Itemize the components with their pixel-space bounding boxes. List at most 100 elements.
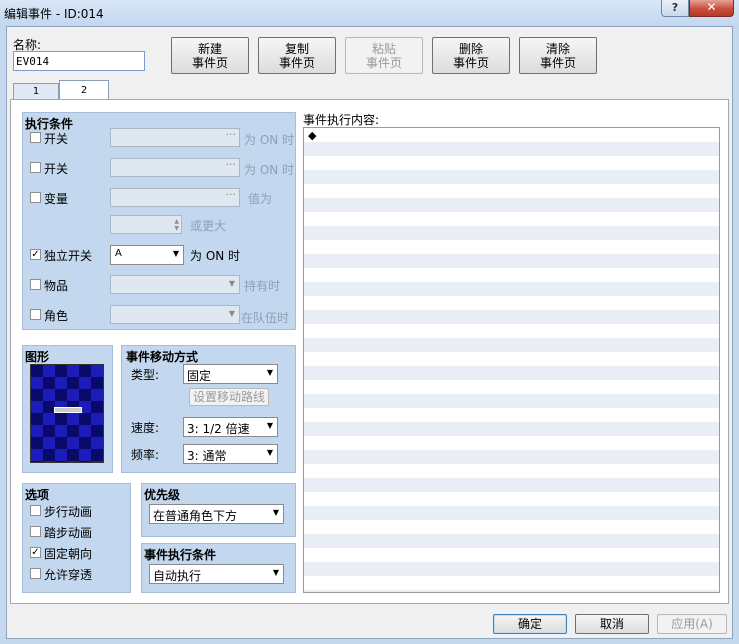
graphic-box: 图形 [22, 345, 113, 473]
copy-page-line1: 复制 [284, 42, 309, 56]
trigger-select[interactable]: 自动执行 ▼ [149, 564, 284, 584]
item-label: 物品 [44, 279, 69, 293]
variable-value-stepper[interactable]: ▲ ▼ [110, 215, 182, 234]
command-row[interactable]: ◆ [308, 129, 316, 142]
clear-page-line1: 清除 [545, 42, 570, 56]
variable-label: 变量 [44, 192, 69, 206]
ellipsis-icon: ··· [225, 188, 237, 201]
self-switch-checkbox[interactable]: ✓ [30, 249, 41, 260]
actor-select[interactable]: ▼ [110, 305, 240, 324]
copy-page-button[interactable]: 复制 事件页 [258, 37, 336, 74]
self-switch-value: A [115, 248, 122, 259]
walk-anim-label: 步行动画 [44, 505, 93, 519]
priority-title: 优先级 [144, 488, 181, 502]
switch1-label: 开关 [44, 132, 69, 146]
paste-page-button[interactable]: 粘贴 事件页 [345, 37, 423, 74]
trigger-box: 事件执行条件 自动执行 ▼ [141, 543, 296, 593]
copy-page-line2: 事件页 [278, 56, 315, 70]
ellipsis-icon: ··· [225, 128, 237, 141]
through-label: 允许穿透 [44, 568, 93, 582]
clear-page-button[interactable]: 清除 事件页 [519, 37, 597, 74]
variable-suffix2: 或更大 [190, 219, 227, 233]
variable-select[interactable]: ··· [110, 188, 240, 207]
direction-fix-checkbox[interactable]: ✓ [30, 547, 41, 558]
paste-page-line2: 事件页 [365, 56, 402, 70]
trigger-value: 自动执行 [153, 569, 202, 583]
switch1-suffix: 为 ON 时 [244, 133, 295, 147]
actor-label: 角色 [44, 309, 69, 323]
move-speed-select[interactable]: 3: 1/2 倍速 ▼ [183, 417, 278, 437]
chevron-down-icon: ▼ [266, 421, 273, 430]
movement-box: 事件移动方式 类型: 固定 ▼ 设置移动路线 速度: 3: 1/2 倍速 ▼ 频率:… [121, 345, 296, 473]
dialog-body: 名称: 新建事件页 复制事件页 粘贴事件页 删除事件页 清除事件页 1 2 执行… [6, 26, 733, 639]
window-title: 编辑事件 - ID:014 [4, 7, 104, 21]
chevron-down-icon: ▼ [272, 508, 279, 517]
cancel-button[interactable]: 取消 [575, 614, 649, 634]
options-box: 选项 步行动画 踏步动画 ✓ 固定朝向 允许穿透 [22, 483, 131, 593]
chevron-down-icon: ▼ [266, 368, 273, 377]
item-select[interactable]: ▼ [110, 275, 240, 294]
tab-page-2[interactable]: 2 [59, 80, 109, 100]
through-checkbox[interactable] [30, 568, 41, 579]
switch2-label: 开关 [44, 162, 69, 176]
new-page-line2: 事件页 [191, 56, 228, 70]
actor-suffix: 在队伍时 [241, 311, 290, 325]
new-page-line1: 新建 [197, 42, 222, 56]
variable-checkbox[interactable] [30, 192, 41, 203]
variable-suffix: 值为 [248, 192, 273, 206]
move-speed-label: 速度: [131, 421, 160, 435]
clear-page-line2: 事件页 [539, 56, 576, 70]
switch2-checkbox[interactable] [30, 162, 41, 173]
actor-checkbox[interactable] [30, 309, 41, 320]
close-button[interactable]: ✕ [689, 0, 734, 17]
new-page-button[interactable]: 新建 事件页 [171, 37, 249, 74]
spin-down-icon: ▼ [174, 225, 179, 232]
priority-value: 在普通角色下方 [153, 509, 238, 523]
self-switch-label: 独立开关 [44, 249, 93, 263]
item-checkbox[interactable] [30, 279, 41, 290]
move-freq-label: 频率: [131, 448, 160, 462]
chevron-down-icon: ▼ [172, 249, 179, 258]
self-switch-select[interactable]: A ▼ [110, 245, 184, 265]
move-freq-value: 3: 通常 [187, 449, 227, 463]
delete-page-button[interactable]: 删除 事件页 [432, 37, 510, 74]
item-suffix: 持有时 [244, 279, 281, 293]
graphic-preview[interactable] [30, 364, 104, 463]
delete-page-line1: 删除 [458, 42, 483, 56]
self-switch-suffix: 为 ON 时 [190, 249, 241, 263]
move-type-value: 固定 [187, 369, 212, 383]
move-speed-value: 3: 1/2 倍速 [187, 422, 250, 436]
conditions-box: 执行条件 开关 ··· 为 ON 时 开关 ··· 为 ON 时 变量 ··· … [22, 112, 296, 330]
delete-page-line2: 事件页 [452, 56, 489, 70]
tab-page-1[interactable]: 1 [13, 83, 59, 99]
move-freq-select[interactable]: 3: 通常 ▼ [183, 444, 278, 464]
chevron-down-icon: ▼ [228, 279, 235, 288]
walk-anim-checkbox[interactable] [30, 505, 41, 516]
priority-select[interactable]: 在普通角色下方 ▼ [149, 504, 284, 524]
direction-fix-label: 固定朝向 [44, 547, 93, 561]
contents-label: 事件执行内容: [303, 113, 380, 127]
name-input[interactable] [13, 51, 145, 71]
chevron-down-icon: ▼ [228, 309, 235, 318]
ok-button[interactable]: 确定 [493, 614, 567, 634]
switch1-select[interactable]: ··· [110, 128, 240, 147]
switch2-suffix: 为 ON 时 [244, 163, 295, 177]
move-type-select[interactable]: 固定 ▼ [183, 364, 278, 384]
move-type-label: 类型: [131, 368, 160, 382]
chevron-down-icon: ▼ [266, 448, 273, 457]
movement-title: 事件移动方式 [126, 350, 199, 364]
step-anim-checkbox[interactable] [30, 526, 41, 537]
options-title: 选项 [25, 488, 50, 502]
switch1-checkbox[interactable] [30, 132, 41, 143]
event-command-list[interactable]: ◆ [303, 127, 720, 593]
switch2-select[interactable]: ··· [110, 158, 240, 177]
help-button[interactable]: ? [661, 0, 689, 17]
ellipsis-icon: ··· [225, 158, 237, 171]
step-anim-label: 踏步动画 [44, 526, 93, 540]
paste-page-line1: 粘贴 [371, 42, 396, 56]
graphic-sprite-icon [54, 407, 82, 413]
chevron-down-icon: ▼ [272, 568, 279, 577]
title-bar: 编辑事件 - ID:014 [0, 0, 739, 26]
apply-button[interactable]: 应用(A) [657, 614, 727, 634]
set-route-button[interactable]: 设置移动路线 [189, 388, 269, 406]
